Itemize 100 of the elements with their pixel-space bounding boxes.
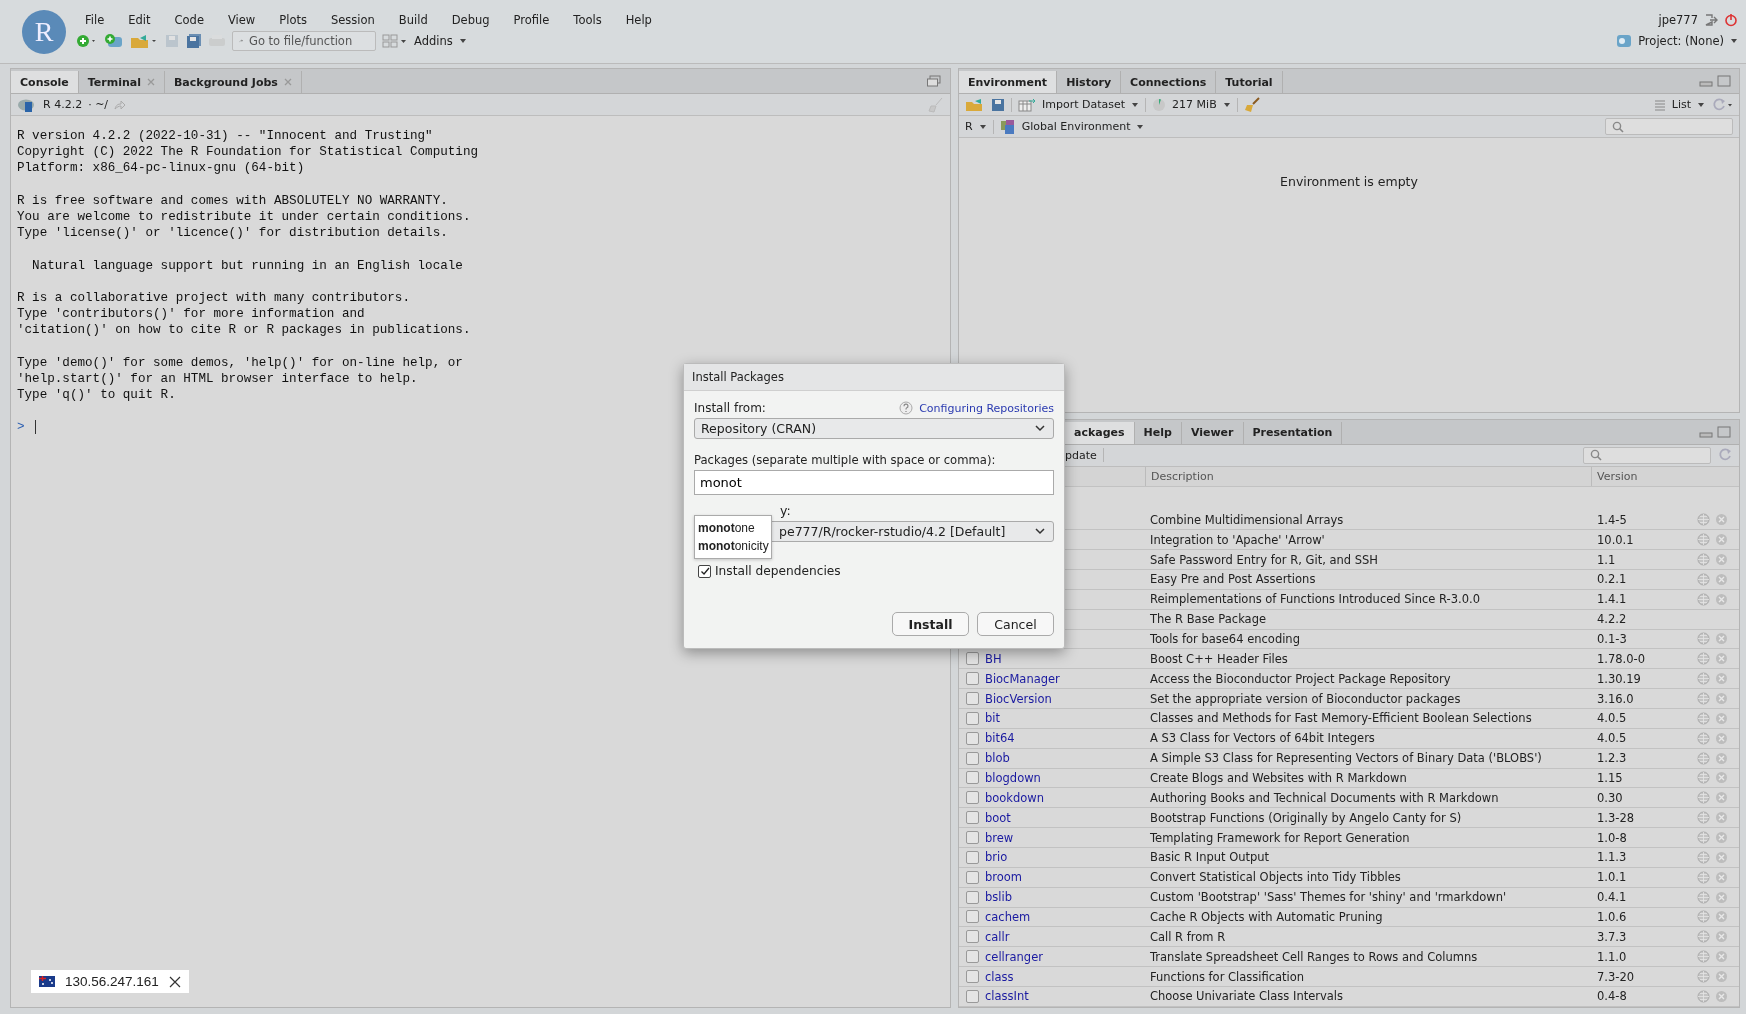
- menu-item[interactable]: Edit: [119, 12, 160, 27]
- remove-icon[interactable]: [1715, 831, 1728, 845]
- checkbox[interactable]: [965, 910, 979, 924]
- help-link[interactable]: Configuring Repositories: [919, 401, 1054, 415]
- arrow-icon[interactable]: [114, 99, 127, 110]
- package-link[interactable]: BiocVersion: [985, 691, 1052, 706]
- checkbox[interactable]: [965, 672, 979, 686]
- packages-input[interactable]: monot: [694, 470, 1054, 495]
- checkbox[interactable]: [698, 564, 711, 578]
- close-tab-icon[interactable]: [283, 78, 292, 86]
- remove-icon[interactable]: [1715, 890, 1728, 904]
- remove-icon[interactable]: [1715, 592, 1728, 606]
- checkbox[interactable]: [965, 771, 979, 785]
- globe-icon[interactable]: [1697, 811, 1710, 825]
- package-link[interactable]: blogdown: [985, 770, 1041, 785]
- save-icon[interactable]: [991, 97, 1005, 112]
- globe-icon[interactable]: [1697, 970, 1710, 984]
- broom-icon[interactable]: [1243, 96, 1260, 113]
- cancel-button[interactable]: Cancel: [977, 612, 1054, 636]
- column-header[interactable]: Version: [1591, 466, 1697, 486]
- globe-icon[interactable]: [1697, 950, 1710, 964]
- package-link[interactable]: cachem: [985, 909, 1031, 924]
- globe-icon[interactable]: [1697, 572, 1710, 586]
- restore-pane-icon[interactable]: [926, 75, 942, 87]
- globe-icon[interactable]: [1697, 989, 1710, 1003]
- remove-icon[interactable]: [1715, 870, 1728, 884]
- checkbox[interactable]: [965, 811, 979, 825]
- checkbox[interactable]: [965, 930, 979, 944]
- view-mode-menu[interactable]: List: [1671, 98, 1691, 111]
- column-header[interactable]: Description: [1145, 466, 1591, 486]
- checkbox[interactable]: [965, 731, 979, 745]
- addins-menu[interactable]: Addins: [414, 33, 453, 48]
- import-dataset-menu[interactable]: Import Dataset: [1042, 98, 1126, 111]
- memory-usage-menu[interactable]: 217 MiB: [1172, 98, 1217, 111]
- search-field[interactable]: [1583, 446, 1711, 464]
- package-link[interactable]: bit64: [985, 731, 1015, 746]
- package-link[interactable]: brew: [985, 830, 1014, 845]
- menu-item[interactable]: Profile: [504, 12, 559, 27]
- menu-item[interactable]: Debug: [442, 12, 499, 27]
- menu-item[interactable]: Plots: [270, 12, 316, 27]
- checkbox[interactable]: [965, 692, 979, 705]
- remove-icon[interactable]: [1715, 910, 1728, 924]
- package-link[interactable]: classInt: [985, 989, 1029, 1004]
- maximize-icon[interactable]: [1717, 75, 1731, 87]
- remove-icon[interactable]: [1715, 791, 1728, 805]
- grid-layout-icon[interactable]: [382, 32, 408, 49]
- globe-icon[interactable]: [1697, 731, 1710, 745]
- suggestion-item[interactable]: monotone: [697, 519, 769, 537]
- globe-icon[interactable]: [1697, 711, 1710, 725]
- menu-item[interactable]: Session: [321, 12, 384, 27]
- globe-icon[interactable]: [1697, 791, 1710, 805]
- package-link[interactable]: bit: [985, 711, 1000, 726]
- package-link[interactable]: boot: [985, 810, 1011, 825]
- remove-icon[interactable]: [1715, 930, 1728, 944]
- update-button[interactable]: pdate: [1065, 448, 1097, 462]
- globe-icon[interactable]: [1697, 533, 1710, 547]
- environment-menu[interactable]: Global Environment: [1021, 120, 1131, 133]
- maximize-icon[interactable]: [1717, 425, 1731, 438]
- remove-icon[interactable]: [1715, 711, 1728, 725]
- menu-item[interactable]: Tools: [564, 12, 611, 27]
- remove-icon[interactable]: [1715, 533, 1728, 547]
- save-all-icon[interactable]: [186, 32, 202, 49]
- globe-icon[interactable]: [1697, 652, 1710, 666]
- package-link[interactable]: BH: [985, 651, 1002, 666]
- package-link[interactable]: class: [985, 969, 1014, 984]
- globe-icon[interactable]: [1697, 910, 1710, 924]
- globe-icon[interactable]: [1697, 672, 1710, 686]
- remove-icon[interactable]: [1715, 513, 1728, 527]
- package-link[interactable]: blob: [985, 751, 1010, 766]
- checkbox[interactable]: [965, 791, 979, 805]
- menu-item[interactable]: Help: [616, 12, 661, 27]
- checkbox[interactable]: [965, 870, 979, 884]
- install-button[interactable]: Install: [892, 612, 969, 636]
- checkbox[interactable]: [965, 890, 979, 904]
- checkbox[interactable]: [965, 831, 979, 845]
- menu-item[interactable]: Build: [389, 12, 437, 27]
- menu-item[interactable]: View: [219, 12, 265, 27]
- globe-icon[interactable]: [1697, 632, 1710, 646]
- remove-icon[interactable]: [1715, 950, 1728, 964]
- pane-tab[interactable]: Terminal: [87, 75, 141, 89]
- checkbox[interactable]: [965, 950, 979, 964]
- globe-icon[interactable]: [1697, 831, 1710, 845]
- package-link[interactable]: brio: [985, 850, 1008, 865]
- menu-item[interactable]: Code: [165, 12, 213, 27]
- refresh-icon[interactable]: [1711, 96, 1733, 113]
- checkbox[interactable]: [965, 711, 979, 725]
- package-link[interactable]: cellranger: [985, 949, 1043, 964]
- package-link[interactable]: bookdown: [985, 790, 1045, 805]
- open-folder-icon[interactable]: [130, 32, 158, 49]
- remove-icon[interactable]: [1715, 652, 1728, 666]
- go-to-file-field[interactable]: Go to file/function: [232, 30, 376, 51]
- working-directory[interactable]: · ~/: [88, 98, 109, 111]
- checkbox[interactable]: [965, 970, 979, 984]
- new-project-icon[interactable]: [104, 32, 124, 49]
- package-link[interactable]: BiocManager: [985, 671, 1060, 686]
- globe-icon[interactable]: [1697, 513, 1710, 527]
- package-link[interactable]: broom: [985, 870, 1023, 885]
- globe-icon[interactable]: [1697, 850, 1710, 864]
- globe-icon[interactable]: [1697, 870, 1710, 884]
- pane-tab[interactable]: Background Jobs: [174, 75, 278, 89]
